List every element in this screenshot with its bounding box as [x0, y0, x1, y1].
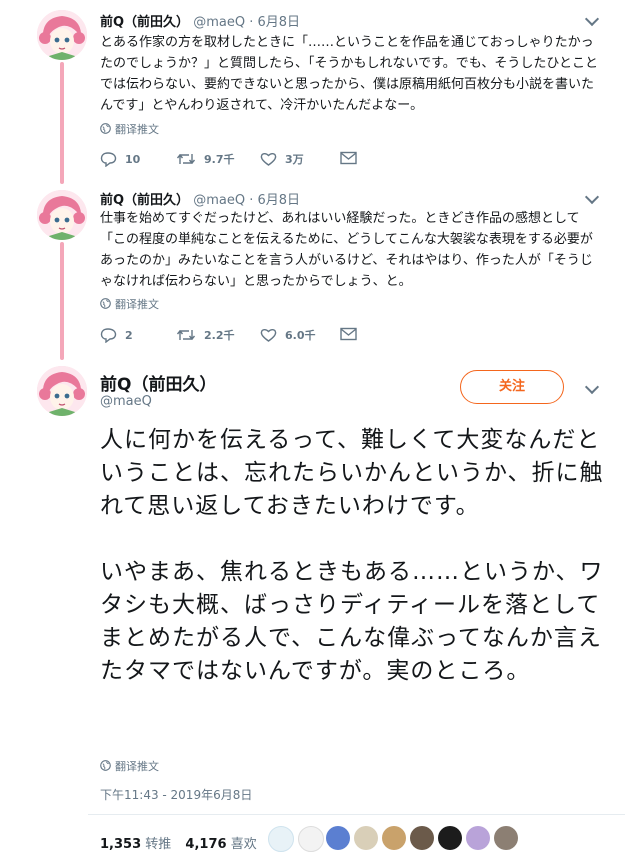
heart-icon — [260, 328, 277, 342]
liker-avatar[interactable] — [354, 826, 378, 850]
tweet-timestamp[interactable]: 下午11:43 - 2019年6月8日 — [100, 786, 252, 803]
tweet-actions: 2 2.2千 6.0千 — [100, 327, 400, 347]
liker-avatar[interactable] — [466, 826, 490, 850]
tweet-paragraph: 人に何かを伝えるって、難しくて大変なんだということは、忘れたらいかんというか、折… — [100, 427, 604, 684]
tweet-text: 仕事を始めてすぐだったけど、あれはいい経験だった。ときどき作品の感想として「この… — [100, 211, 593, 289]
liker-avatar[interactable] — [268, 826, 294, 852]
divider — [88, 814, 625, 815]
reply-icon — [100, 328, 117, 343]
translate-label: 翻译推文 — [115, 760, 159, 773]
author-name[interactable]: 前Q（前田久） — [100, 193, 189, 208]
chevron-down-icon[interactable] — [584, 379, 600, 395]
avatar[interactable] — [37, 190, 87, 240]
translate-link[interactable]: 翻译推文 — [100, 758, 159, 774]
avatar-illustration — [37, 10, 87, 60]
author-handle[interactable]: @maeQ — [193, 15, 245, 30]
message-button[interactable] — [340, 327, 365, 341]
mail-icon — [340, 151, 357, 165]
thread-line — [60, 62, 64, 184]
retweet-button[interactable]: 9.7千 — [176, 151, 235, 167]
reply-count: 2 — [125, 328, 133, 342]
globe-icon — [100, 123, 111, 134]
avatar[interactable] — [37, 10, 87, 60]
author-handle[interactable]: @maeQ — [193, 193, 245, 208]
reply-button[interactable]: 10 — [100, 151, 140, 167]
dot-separator: · — [249, 193, 254, 208]
dot-separator: · — [249, 15, 254, 30]
liker-avatar[interactable] — [298, 826, 324, 852]
retweet-count: 9.7千 — [204, 153, 235, 166]
like-count: 3万 — [285, 153, 304, 166]
liker-avatar[interactable] — [494, 826, 518, 850]
avatar-illustration — [37, 366, 87, 416]
tweet-text: とある作家の方を取材したときに「……ということを作品を通じておっしゃりたかったの… — [100, 35, 599, 113]
translate-link[interactable]: 翻译推文 — [100, 296, 159, 312]
retweet-icon — [176, 153, 196, 165]
engagement-stats: 1,353 转推 4,176 喜欢 — [100, 833, 267, 852]
reply-icon — [100, 152, 117, 167]
tweet-header: 前Q（前田久） @maeQ · 6月8日 — [100, 189, 300, 208]
tweet-actions: 10 9.7千 3万 — [100, 151, 400, 171]
translate-link[interactable]: 翻译推文 — [100, 121, 159, 137]
translate-label: 翻译推文 — [115, 123, 159, 136]
retweet-button[interactable]: 2.2千 — [176, 327, 235, 343]
retweet-total-label[interactable]: 转推 — [145, 837, 171, 852]
avatar-illustration — [37, 190, 87, 240]
heart-icon — [260, 152, 277, 166]
liker-avatar[interactable] — [410, 826, 434, 850]
message-button[interactable] — [340, 151, 365, 165]
tweet-date[interactable]: 6月8日 — [258, 193, 301, 208]
translate-label: 翻译推文 — [115, 298, 159, 311]
liker-avatar[interactable] — [438, 826, 462, 850]
tweet-header: 前Q（前田久） @maeQ · 6月8日 — [100, 11, 300, 30]
avatar[interactable] — [37, 366, 87, 416]
liker-avatar[interactable] — [382, 826, 406, 850]
chevron-down-icon[interactable] — [584, 11, 600, 27]
author-name[interactable]: 前Q（前田久） — [100, 15, 189, 30]
like-button[interactable]: 3万 — [260, 151, 304, 167]
chevron-down-icon[interactable] — [584, 189, 600, 205]
retweet-count: 2.2千 — [204, 329, 235, 342]
mail-icon — [340, 327, 357, 341]
globe-icon — [100, 298, 111, 309]
like-total-label[interactable]: 喜欢 — [231, 837, 257, 852]
liker-avatar[interactable] — [326, 826, 350, 850]
like-count: 6.0千 — [285, 329, 316, 342]
reply-count: 10 — [125, 152, 141, 166]
tweet-date[interactable]: 6月8日 — [258, 15, 301, 30]
like-total[interactable]: 4,176 — [185, 837, 226, 852]
author-name[interactable]: 前Q（前田久） — [100, 370, 216, 395]
reply-button[interactable]: 2 — [100, 327, 133, 343]
tweet-text: 人に何かを伝えるって、難しくて大変なんだということは、忘れたらいかんというか、折… — [100, 424, 605, 688]
retweet-icon — [176, 329, 196, 341]
author-handle[interactable]: @maeQ — [100, 394, 152, 409]
like-button[interactable]: 6.0千 — [260, 327, 316, 343]
globe-icon — [100, 760, 111, 771]
follow-button[interactable]: 关注 — [460, 370, 564, 404]
thread-line — [60, 242, 64, 360]
retweet-total[interactable]: 1,353 — [100, 837, 141, 852]
